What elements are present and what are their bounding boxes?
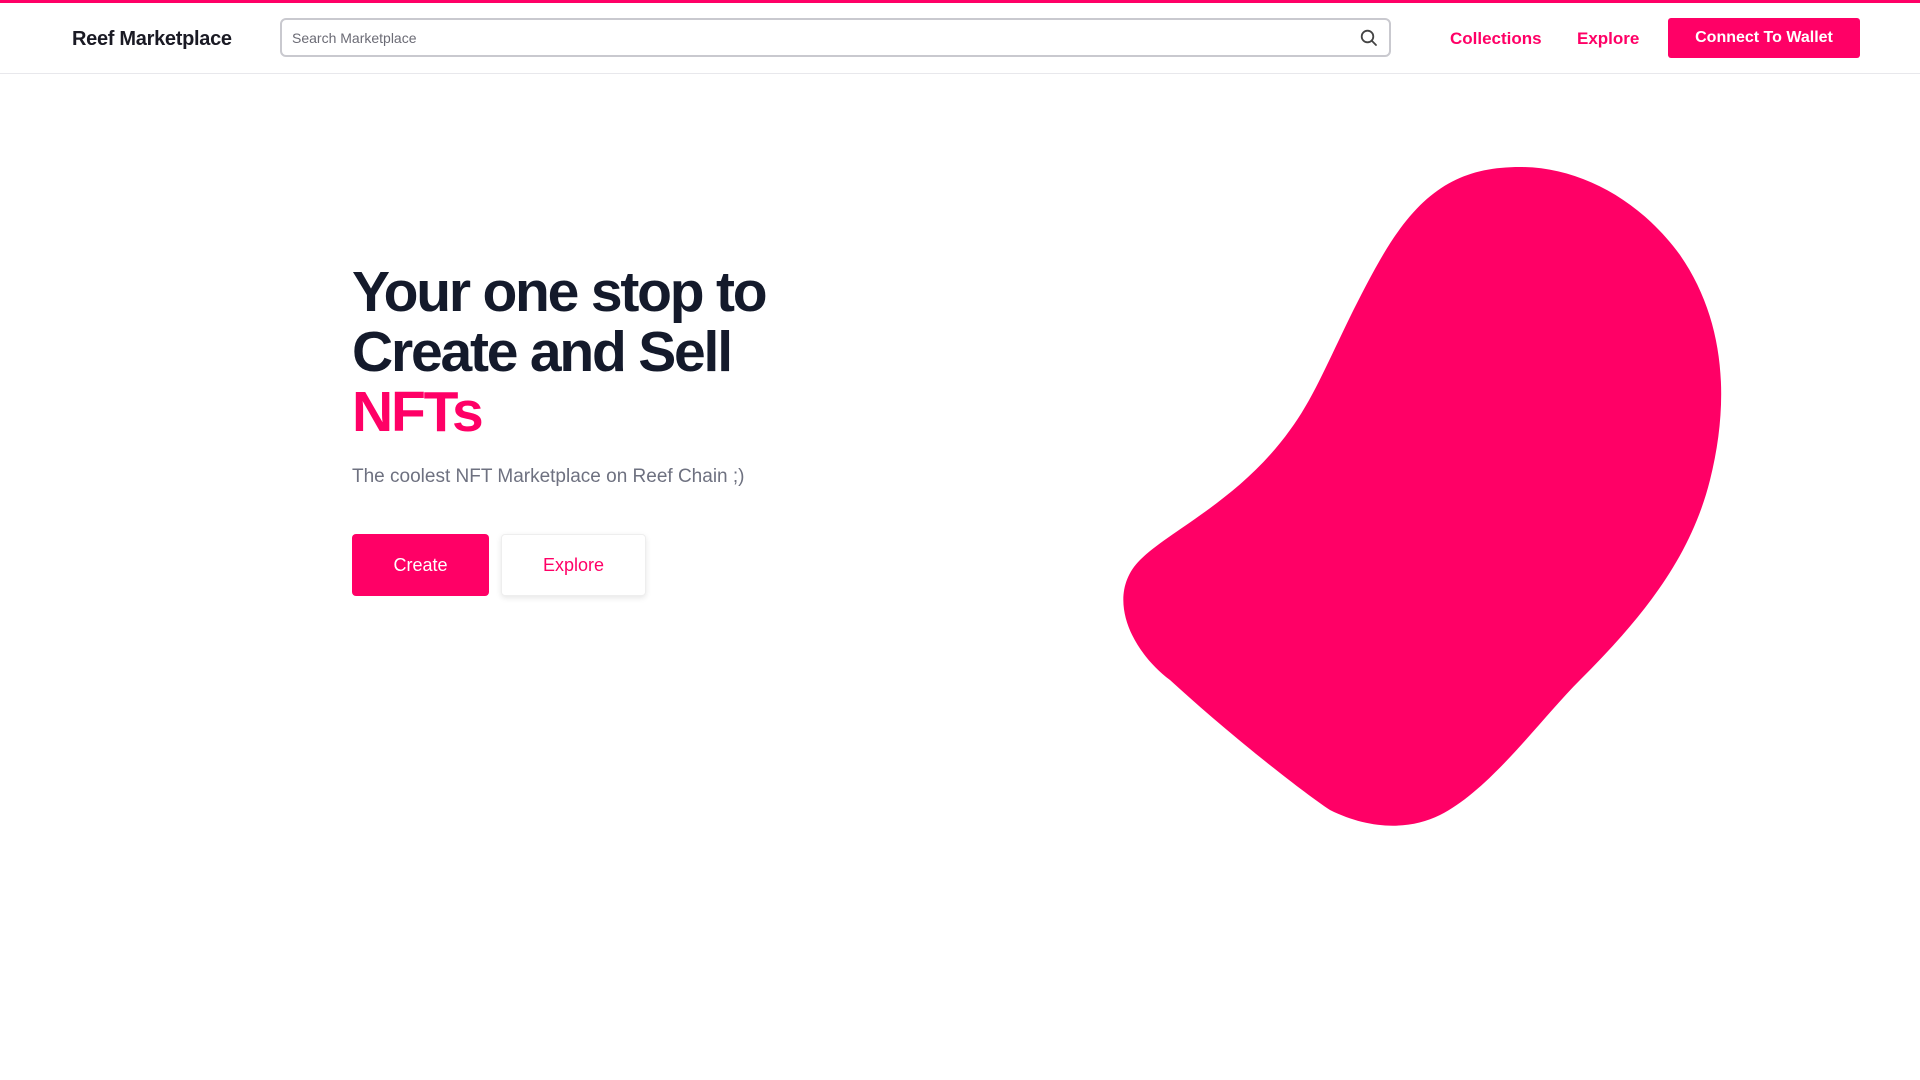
create-button[interactable]: Create bbox=[352, 534, 489, 596]
connect-wallet-button[interactable]: Connect To Wallet bbox=[1668, 18, 1860, 58]
hero-title: Your one stop to Create and Sell NFTs bbox=[352, 262, 912, 442]
search-input[interactable] bbox=[282, 20, 1359, 55]
search-bar[interactable] bbox=[280, 18, 1391, 57]
hero-title-accent: NFTs bbox=[352, 380, 484, 444]
hero-subtitle: The coolest NFT Marketplace on Reef Chai… bbox=[352, 466, 745, 487]
search-icon[interactable] bbox=[1359, 28, 1379, 48]
nav-explore-link[interactable]: Explore bbox=[1577, 29, 1639, 49]
hero-title-line-2: Create and Sell bbox=[352, 320, 733, 384]
hero-title-line-1: Your one stop to bbox=[352, 260, 768, 324]
navbar: Reef Marketplace Collections Explore Con… bbox=[0, 3, 1920, 74]
hero-cta-row: Create Explore bbox=[352, 534, 646, 596]
decorative-blob-shape bbox=[1123, 167, 1722, 826]
nav-collections-link[interactable]: Collections bbox=[1450, 29, 1542, 49]
explore-button[interactable]: Explore bbox=[501, 534, 646, 596]
hero-section: Your one stop to Create and Sell NFTs Th… bbox=[352, 262, 912, 488]
brand-logo-text[interactable]: Reef Marketplace bbox=[72, 28, 232, 51]
